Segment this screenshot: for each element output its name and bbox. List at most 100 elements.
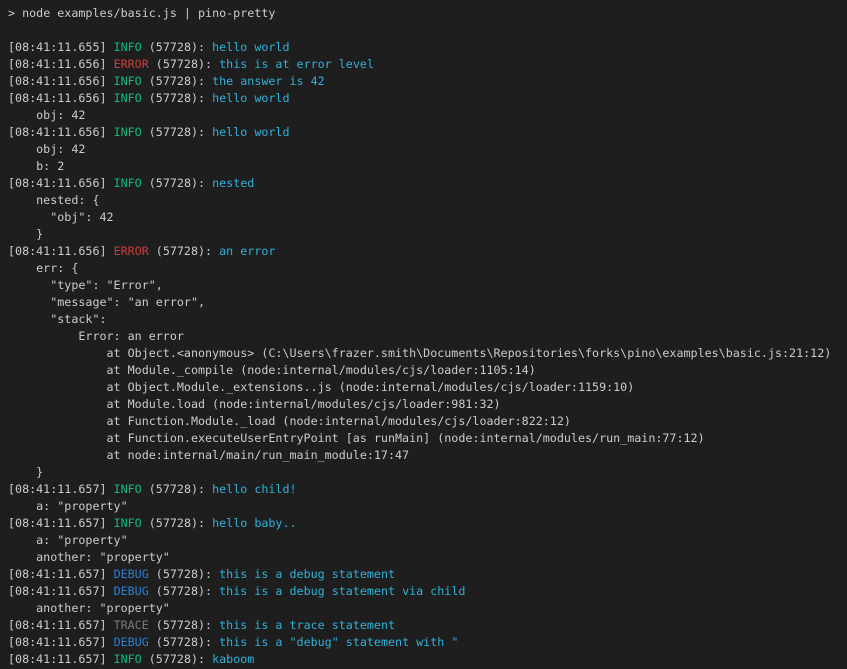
level: DEBUG — [114, 635, 149, 649]
property: err: { — [8, 261, 78, 275]
property: a: "property" — [8, 533, 128, 547]
message: this is at error level — [219, 57, 374, 71]
property: b: 2 — [8, 159, 64, 173]
pid: (57728): — [142, 125, 212, 139]
detail-line: another: "property" — [8, 549, 847, 566]
level: INFO — [114, 125, 142, 139]
message: this is a trace statement — [219, 618, 395, 632]
detail-line: err: { — [8, 260, 847, 277]
pid: (57728): — [142, 91, 212, 105]
log-line: [08:41:11.656] ERROR (57728): an error — [8, 243, 847, 260]
level: INFO — [114, 652, 142, 666]
message: this is a debug statement via child — [219, 584, 465, 598]
timestamp: [08:41:11.657] — [8, 482, 114, 496]
detail-line: at Object.Module._extensions..js (node:i… — [8, 379, 847, 396]
property: } — [8, 465, 43, 479]
command-text: node examples/basic.js | pino-pretty — [22, 6, 275, 20]
message: this is a debug statement — [219, 567, 395, 581]
level: INFO — [114, 91, 142, 105]
pid: (57728): — [149, 567, 219, 581]
pid: (57728): — [142, 516, 212, 530]
stack-line: at Function.executeUserEntryPoint [as ru… — [8, 431, 705, 445]
property: another: "property" — [8, 601, 170, 615]
stack-line: at Object.<anonymous> (C:\Users\frazer.s… — [8, 346, 831, 360]
log-line: [08:41:11.657] DEBUG (57728): this is a … — [8, 583, 847, 600]
log-line: [08:41:11.656] INFO (57728): hello world — [8, 90, 847, 107]
timestamp: [08:41:11.655] — [8, 40, 114, 54]
level: INFO — [114, 74, 142, 88]
stack-line: at Module.load (node:internal/modules/cj… — [8, 397, 501, 411]
pid: (57728): — [149, 584, 219, 598]
terminal-output[interactable]: > node examples/basic.js | pino-pretty [… — [0, 0, 847, 669]
log-line: [08:41:11.655] INFO (57728): hello world — [8, 39, 847, 56]
detail-line: at Module._compile (node:internal/module… — [8, 362, 847, 379]
detail-line: at Module.load (node:internal/modules/cj… — [8, 396, 847, 413]
detail-line: at Function.executeUserEntryPoint [as ru… — [8, 430, 847, 447]
property: obj: 42 — [8, 108, 85, 122]
detail-line: "stack": — [8, 311, 847, 328]
pid: (57728): — [149, 244, 219, 258]
message: an error — [219, 244, 275, 258]
level: INFO — [114, 516, 142, 530]
level: DEBUG — [114, 567, 149, 581]
timestamp: [08:41:11.657] — [8, 652, 114, 666]
property: "message": "an error", — [8, 295, 205, 309]
blank-line — [8, 22, 847, 39]
property: nested: { — [8, 193, 99, 207]
property: "type": "Error", — [8, 278, 163, 292]
log-line: [08:41:11.656] INFO (57728): hello world — [8, 124, 847, 141]
pid: (57728): — [149, 618, 219, 632]
detail-line: Error: an error — [8, 328, 847, 345]
detail-line: "type": "Error", — [8, 277, 847, 294]
detail-line: at node:internal/main/run_main_module:17… — [8, 447, 847, 464]
detail-line: b: 2 — [8, 158, 847, 175]
level: INFO — [114, 482, 142, 496]
timestamp: [08:41:11.656] — [8, 244, 114, 258]
prompt: > — [8, 6, 22, 20]
log-line: [08:41:11.657] INFO (57728): hello baby.… — [8, 515, 847, 532]
detail-line: a: "property" — [8, 498, 847, 515]
detail-line: nested: { — [8, 192, 847, 209]
message: kaboom — [212, 652, 254, 666]
stack-line: Error: an error — [8, 329, 184, 343]
timestamp: [08:41:11.656] — [8, 74, 114, 88]
detail-line: obj: 42 — [8, 107, 847, 124]
timestamp: [08:41:11.657] — [8, 584, 114, 598]
timestamp: [08:41:11.656] — [8, 176, 114, 190]
message: this is a "debug" statement with " — [219, 635, 458, 649]
log-line: [08:41:11.656] ERROR (57728): this is at… — [8, 56, 847, 73]
timestamp: [08:41:11.657] — [8, 618, 114, 632]
timestamp: [08:41:11.656] — [8, 125, 114, 139]
level: INFO — [114, 40, 142, 54]
message: nested — [212, 176, 254, 190]
timestamp: [08:41:11.657] — [8, 516, 114, 530]
log-line: [08:41:11.656] INFO (57728): the answer … — [8, 73, 847, 90]
pid: (57728): — [142, 74, 212, 88]
property: "obj": 42 — [8, 210, 114, 224]
property: obj: 42 — [8, 142, 85, 156]
log-line: [08:41:11.656] INFO (57728): nested — [8, 175, 847, 192]
pid: (57728): — [149, 635, 219, 649]
level: ERROR — [114, 244, 149, 258]
detail-line: } — [8, 464, 847, 481]
stack-line: at node:internal/main/run_main_module:17… — [8, 448, 409, 462]
level: ERROR — [114, 57, 149, 71]
property: a: "property" — [8, 499, 128, 513]
log-line: [08:41:11.657] INFO (57728): kaboom — [8, 651, 847, 668]
stack-line: at Object.Module._extensions..js (node:i… — [8, 380, 634, 394]
detail-line: } — [8, 226, 847, 243]
log-line: [08:41:11.657] DEBUG (57728): this is a … — [8, 634, 847, 651]
detail-line: another: "property" — [8, 600, 847, 617]
detail-line: "message": "an error", — [8, 294, 847, 311]
timestamp: [08:41:11.656] — [8, 91, 114, 105]
detail-line: a: "property" — [8, 532, 847, 549]
timestamp: [08:41:11.656] — [8, 57, 114, 71]
detail-line: "obj": 42 — [8, 209, 847, 226]
stack-line: at Module._compile (node:internal/module… — [8, 363, 536, 377]
timestamp: [08:41:11.657] — [8, 635, 114, 649]
pid: (57728): — [149, 57, 219, 71]
property: another: "property" — [8, 550, 170, 564]
message: hello world — [212, 125, 289, 139]
property: "stack": — [8, 312, 107, 326]
command-line: > node examples/basic.js | pino-pretty — [8, 5, 847, 22]
